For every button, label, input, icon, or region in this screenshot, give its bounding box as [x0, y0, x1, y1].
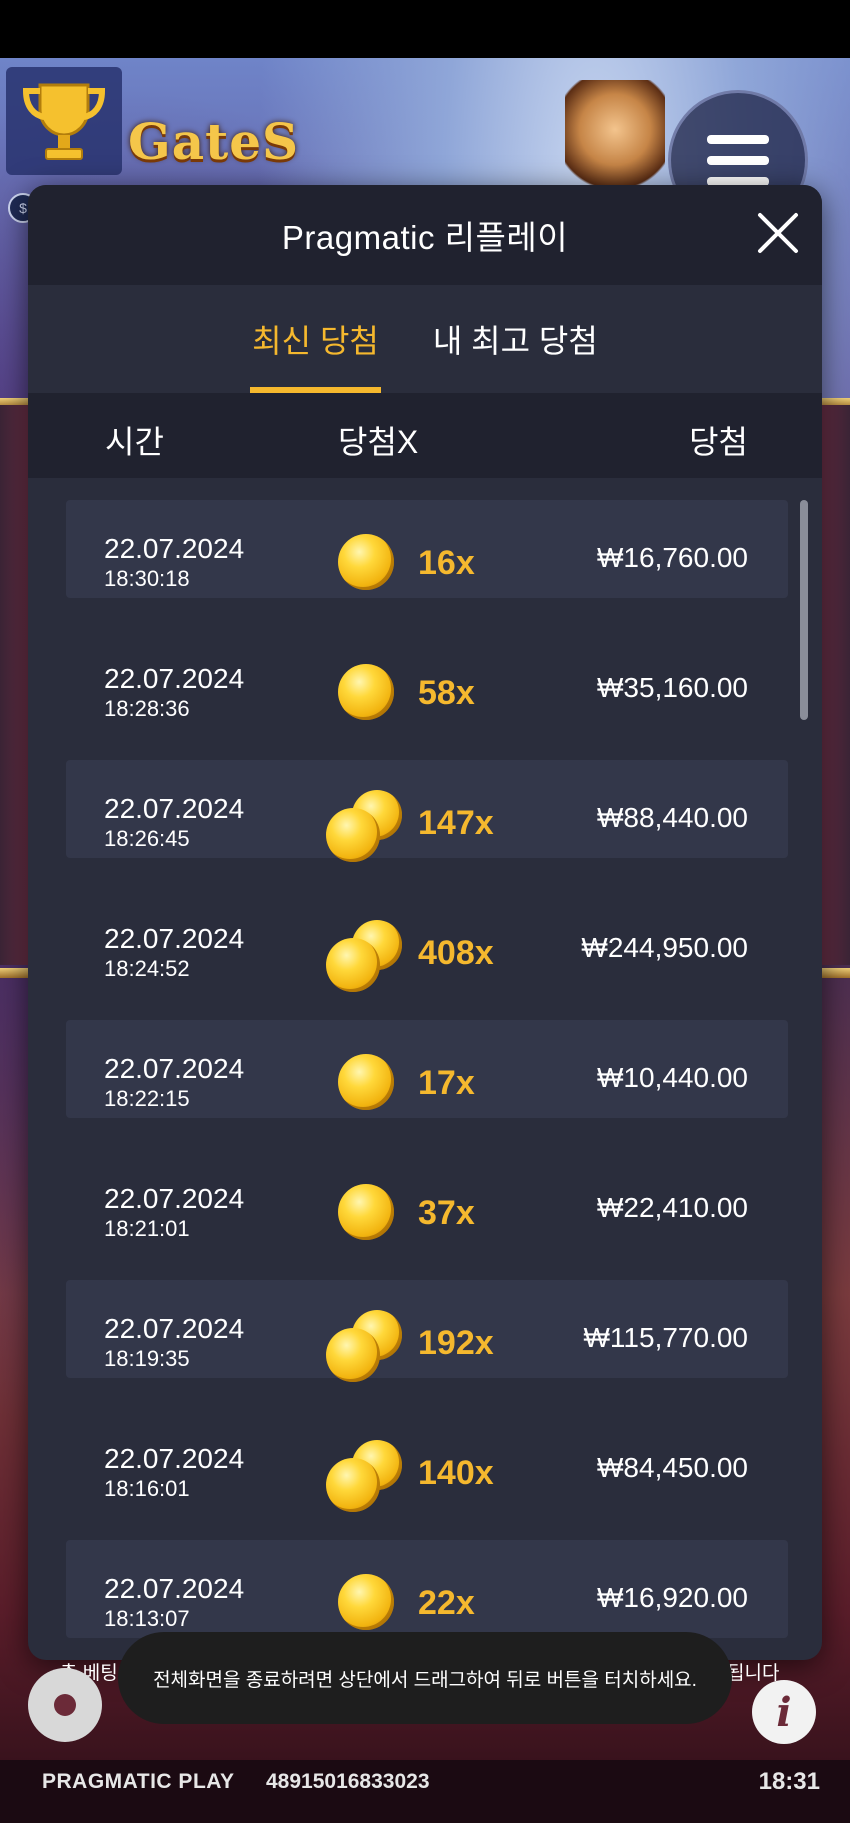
- brand-label: PRAGMATIC PLAY: [42, 1770, 235, 1793]
- win-multiplier: 147x: [418, 804, 494, 842]
- trophy-icon: [22, 83, 106, 160]
- win-date: 22.07.2024: [104, 1573, 245, 1604]
- win-amount: ₩10,440.00: [597, 1062, 748, 1093]
- win-row[interactable]: 22.07.2024 18:21:01 37x ₩22,410.00: [66, 1150, 788, 1248]
- gold-coin-icon: [326, 530, 400, 602]
- gold-coins-stack-icon: [326, 1440, 402, 1512]
- bottom-info-text: 됩니다: [727, 1663, 780, 1684]
- win-multiplier: 192x: [418, 1324, 494, 1362]
- gold-coin-icon: [326, 660, 400, 732]
- win-time: 18:22:15: [104, 1086, 190, 1111]
- win-row[interactable]: 22.07.2024 18:22:15 17x ₩10,440.00: [66, 1020, 788, 1118]
- close-button[interactable]: [754, 209, 802, 257]
- tab-my-best-wins[interactable]: 내 최고 당첨: [431, 285, 600, 393]
- gold-coins-stack-icon: [326, 920, 402, 992]
- win-row[interactable]: 22.07.2024 18:19:35 192x ₩115,770.00: [66, 1280, 788, 1382]
- win-row[interactable]: 22.07.2024 18:26:45 147x ₩88,440.00: [66, 760, 788, 862]
- gear-icon[interactable]: [36, 1676, 94, 1734]
- round-id: 48915016833023: [266, 1770, 430, 1793]
- win-date: 22.07.2024: [104, 1313, 245, 1344]
- win-time: 18:13:07: [104, 1606, 190, 1631]
- list-scrollbar[interactable]: [800, 500, 808, 720]
- win-row[interactable]: 22.07.2024 18:28:36 58x ₩35,160.00: [66, 630, 788, 728]
- win-date: 22.07.2024: [104, 1443, 245, 1474]
- win-multiplier: 37x: [418, 1194, 475, 1232]
- modal-title: Pragmatic 리플레이: [281, 219, 569, 256]
- modal-header: Pragmatic 리플레이: [28, 185, 822, 285]
- win-multiplier: 17x: [418, 1064, 475, 1102]
- column-header-time: 시간: [105, 424, 164, 460]
- win-amount: ₩35,160.00: [597, 672, 748, 703]
- win-multiplier: 140x: [418, 1454, 494, 1492]
- win-time: 18:28:36: [104, 696, 190, 721]
- replay-modal: Pragmatic 리플레이 최신 당첨 내 최고 당첨 시간 당첨X 당첨 2…: [28, 185, 822, 1660]
- fullscreen-toast: 전체화면을 종료하려면 상단에서 드래그하여 뒤로 버튼을 터치하세요.: [118, 1632, 732, 1724]
- win-date: 22.07.2024: [104, 1183, 245, 1214]
- win-amount: ₩84,450.00: [597, 1452, 748, 1483]
- win-multiplier: 16x: [418, 544, 475, 582]
- win-amount: ₩244,950.00: [581, 932, 748, 963]
- win-amount: ₩16,760.00: [597, 542, 748, 573]
- gold-coin-icon: [326, 1180, 400, 1252]
- win-time: 18:16:01: [104, 1476, 190, 1501]
- win-amount: ₩88,440.00: [597, 802, 748, 833]
- win-multiplier: 22x: [418, 1584, 475, 1622]
- clock: 18:31: [758, 1768, 820, 1795]
- win-row[interactable]: 22.07.2024 18:13:07 22x ₩16,920.00: [66, 1540, 788, 1638]
- win-date: 22.07.2024: [104, 533, 245, 564]
- win-date: 22.07.2024: [104, 923, 245, 954]
- win-amount: ₩22,410.00: [597, 1192, 748, 1223]
- win-row[interactable]: 22.07.2024 18:16:01 140x ₩84,450.00: [66, 1410, 788, 1512]
- win-time: 18:24:52: [104, 956, 190, 981]
- win-multiplier: 58x: [418, 674, 475, 712]
- column-header-row: 시간 당첨X 당첨: [28, 393, 822, 478]
- win-time: 18:30:18: [104, 566, 190, 591]
- trophy-button[interactable]: [6, 67, 122, 175]
- win-time: 18:19:35: [104, 1346, 190, 1371]
- win-date: 22.07.2024: [104, 663, 245, 694]
- win-time: 18:21:01: [104, 1216, 190, 1241]
- win-row[interactable]: 22.07.2024 18:24:52 408x ₩244,950.00: [66, 890, 788, 992]
- info-icon[interactable]: i: [752, 1680, 816, 1744]
- menu-line-icon: [707, 134, 769, 144]
- gold-coins-stack-icon: [326, 790, 402, 862]
- column-header-multiplier: 당첨X: [338, 424, 419, 460]
- hero-character: [565, 80, 665, 190]
- win-time: 18:26:45: [104, 826, 190, 851]
- menu-line-icon: [707, 155, 769, 165]
- tab-latest-wins[interactable]: 최신 당첨: [250, 285, 381, 393]
- tab-bar: 최신 당첨 내 최고 당첨: [28, 285, 822, 393]
- gold-coins-stack-icon: [326, 1310, 402, 1382]
- win-multiplier: 408x: [418, 934, 494, 972]
- win-date: 22.07.2024: [104, 1053, 245, 1084]
- win-amount: ₩115,770.00: [583, 1322, 749, 1353]
- close-icon: [758, 213, 798, 253]
- game-logo: GateS: [128, 112, 300, 171]
- win-list[interactable]: 22.07.2024 18:30:18 16x ₩16,760.00 22.07…: [66, 500, 788, 1660]
- win-date: 22.07.2024: [104, 793, 245, 824]
- win-row[interactable]: 22.07.2024 18:30:18 16x ₩16,760.00: [66, 500, 788, 598]
- column-header-win: 당첨: [689, 424, 748, 460]
- win-amount: ₩16,920.00: [597, 1582, 748, 1613]
- gold-coin-icon: [326, 1050, 400, 1122]
